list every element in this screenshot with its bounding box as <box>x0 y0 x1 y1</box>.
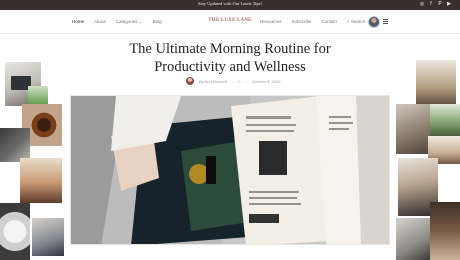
collage-right-bottom <box>396 218 430 260</box>
collage-right-plant <box>430 104 460 138</box>
calendar-icon: ▫ <box>245 78 247 84</box>
youtube-icon[interactable]: ▶ <box>446 1 452 7</box>
comment-count: 0 <box>238 78 241 84</box>
collage-left-controller <box>0 203 30 260</box>
article-meta: By Ann Hoswell ◦ 0 ▫ October 8, 2024 <box>186 77 281 85</box>
pinterest-icon[interactable]: P <box>437 1 443 7</box>
social-links: ◎ f P ▶ <box>419 1 452 7</box>
nav-categories[interactable]: Categories ⌄ <box>116 19 143 25</box>
user-avatar[interactable] <box>368 16 380 28</box>
article-title-line-1: The Ultimate Morning Routine for <box>129 41 331 57</box>
article-title: The Ultimate Morning Routine for Product… <box>100 40 360 76</box>
nav-search[interactable]: ⌕ Search <box>347 19 365 24</box>
hero-image <box>70 95 390 245</box>
nav-right-links: Resources Subscribe Contact ⌕ Search <box>260 19 365 24</box>
announcement-text: Stay Updated with Our Latest Tips! <box>197 1 263 6</box>
collage-left-tools <box>0 128 30 162</box>
collage-right-room <box>416 60 456 106</box>
collage-left-desk <box>32 218 64 256</box>
nav-blog[interactable]: Blog <box>153 19 162 25</box>
magazine-photo <box>71 96 389 244</box>
menu-icon[interactable] <box>383 19 388 24</box>
author-avatar <box>186 77 194 85</box>
nav-resources[interactable]: Resources <box>260 19 282 24</box>
facebook-icon[interactable]: f <box>428 1 434 7</box>
comment-icon: ◦ <box>231 78 234 84</box>
nav-subscribe[interactable]: Subscribe <box>292 19 312 24</box>
article-title-line-2: Productivity and Wellness <box>154 59 306 75</box>
nav-contact[interactable]: Contact <box>322 19 338 24</box>
author-name[interactable]: By Ann Hoswell <box>199 79 227 84</box>
announcement-bar: Stay Updated with Our Latest Tips! ◎ f P… <box>0 0 460 10</box>
site-logo[interactable]: THE LUXE LANE <box>205 18 255 23</box>
nav-left-links: Home About Categories ⌄ Blog <box>72 19 162 25</box>
main-navigation: Home About Categories ⌄ Blog THE LUXE LA… <box>0 10 460 34</box>
nav-home[interactable]: Home <box>72 19 84 25</box>
collage-right-corner <box>430 202 460 260</box>
nav-about[interactable]: About <box>94 19 106 25</box>
collage-left-people <box>20 158 62 203</box>
publish-date: October 8, 2024 <box>251 78 281 84</box>
instagram-icon[interactable]: ◎ <box>419 1 425 7</box>
